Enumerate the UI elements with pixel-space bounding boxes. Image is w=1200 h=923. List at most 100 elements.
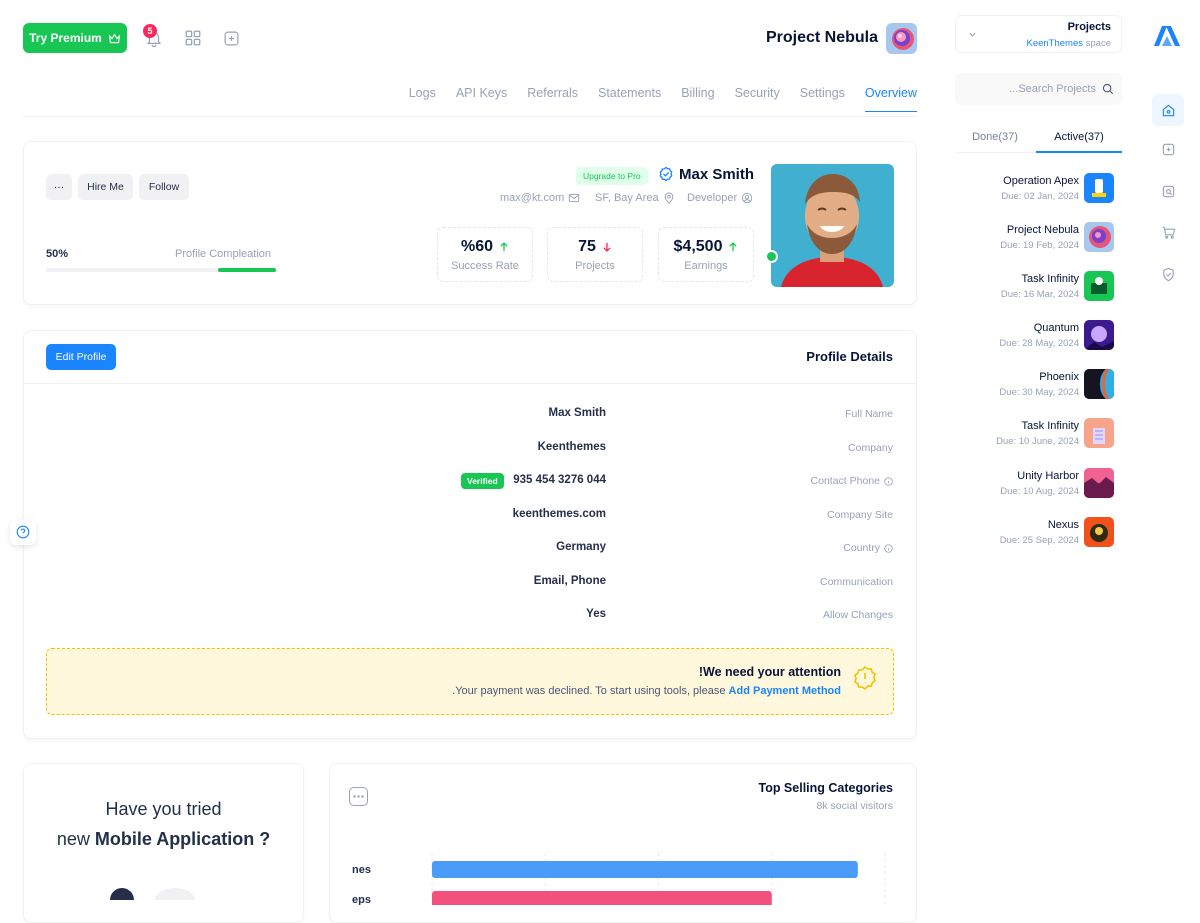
- add-new-button[interactable]: [220, 27, 242, 49]
- tab-api-keys[interactable]: API Keys: [456, 86, 507, 112]
- tab-done[interactable]: Done(37): [955, 131, 1035, 143]
- nexus-thumbnail-icon[interactable]: [1084, 517, 1114, 547]
- location-pin-icon: [664, 192, 673, 204]
- more-options-button[interactable]: ···: [46, 174, 72, 200]
- apps-grid-button[interactable]: [182, 27, 204, 49]
- tabs-divider: [23, 116, 917, 117]
- file-search-icon: [1162, 185, 1174, 197]
- project-item-due: Due: 25 Sep, 2024: [999, 535, 1079, 546]
- profile-email: max@kt.com: [500, 192, 580, 204]
- profile-role: Developer: [687, 192, 753, 204]
- stat-success-rate-label: Success Rate: [451, 259, 519, 272]
- top-selling-bar-chart: neseps: [352, 853, 886, 905]
- chart-category-label: nes: [352, 864, 371, 876]
- app-logo-icon[interactable]: [1152, 24, 1184, 48]
- help-button[interactable]: [10, 519, 36, 545]
- grid-icon: [185, 30, 201, 46]
- tab-settings[interactable]: Settings: [800, 86, 845, 112]
- warning-badge-icon: [854, 665, 876, 691]
- edit-profile-button[interactable]: Edit Profile: [46, 344, 116, 370]
- stat-projects: 75 Projects: [547, 227, 643, 282]
- project-item-name[interactable]: Nexus: [1048, 519, 1079, 531]
- chevron-down-icon: [969, 32, 976, 37]
- detail-country-value: Germany: [556, 541, 606, 553]
- rail-home-button[interactable]: [1152, 94, 1184, 126]
- chart-bar[interactable]: [432, 891, 772, 905]
- tab-overview[interactable]: Overview: [864, 86, 917, 112]
- details-header-divider: [24, 383, 916, 384]
- tab-billing[interactable]: Billing: [681, 86, 714, 112]
- quantum-thumbnail-icon[interactable]: [1084, 320, 1114, 350]
- current-project-title: Project Nebula: [765, 29, 878, 46]
- unity-harbor-thumbnail-icon[interactable]: [1084, 468, 1114, 498]
- chart-title: Top Selling Categories: [758, 781, 893, 795]
- project-item-name[interactable]: Task Infinity: [1022, 273, 1079, 285]
- search-icon: [1102, 83, 1114, 95]
- stat-earnings-value: $4,500: [673, 237, 723, 255]
- search-projects-field[interactable]: ...Search Projects: [955, 73, 1122, 105]
- rail-search-button[interactable]: [1156, 179, 1180, 203]
- sidebar-active-tab-indicator: [1036, 151, 1122, 153]
- project-selector[interactable]: Projects KeenThemes space: [955, 15, 1122, 53]
- detail-phone-value: 935 454 3276 044: [513, 474, 606, 486]
- operation-apex-thumbnail-icon[interactable]: [1084, 173, 1114, 203]
- tab-logs[interactable]: Logs: [409, 86, 436, 112]
- project-item-name[interactable]: Quantum: [1034, 322, 1079, 334]
- mobile-app-line2-bold: Mobile Application ?: [94, 829, 271, 849]
- alert-title: !We need your attention: [698, 665, 841, 679]
- follow-button[interactable]: Follow: [139, 174, 189, 200]
- info-icon: [884, 476, 893, 486]
- task-infinity-thumbnail-icon[interactable]: [1084, 271, 1114, 301]
- project-selector-title: Projects: [1067, 21, 1111, 33]
- rail-security-button[interactable]: [1156, 262, 1180, 286]
- try-premium-label: Try Premium: [29, 31, 102, 45]
- rail-files-button[interactable]: [1156, 137, 1180, 161]
- chart-menu-button[interactable]: [349, 787, 368, 806]
- chart-bar[interactable]: [432, 861, 858, 878]
- hire-me-button[interactable]: Hire Me: [78, 174, 133, 200]
- detail-full-name-value: Max Smith: [548, 407, 606, 419]
- project-item-name[interactable]: Phoenix: [1039, 371, 1079, 383]
- verified-badge: Verified: [461, 473, 504, 489]
- notification-count-badge: 5: [143, 24, 157, 38]
- project-selector-subtitle: KeenThemes space: [1026, 38, 1111, 49]
- alert-message: .Your payment was declined. To start usi…: [452, 685, 726, 697]
- workspace-link[interactable]: KeenThemes: [1026, 38, 1083, 49]
- phoenix-thumbnail-icon[interactable]: [1084, 369, 1114, 399]
- detail-company-label: Company: [848, 442, 893, 454]
- arrow-up-icon: [500, 241, 508, 251]
- workspace-suffix: space: [1085, 38, 1111, 49]
- mobile-app-line2: new Mobile Application ?: [23, 829, 304, 850]
- mobile-illustration-icon: [110, 888, 195, 900]
- user-circle-icon: [741, 192, 753, 204]
- detail-company-value: Keenthemes: [537, 441, 606, 453]
- completion-label: Profile Compleation: [175, 248, 271, 260]
- crown-icon: [108, 32, 120, 43]
- info-icon: [884, 543, 893, 553]
- tab-active[interactable]: Active(37): [1036, 131, 1122, 143]
- project-item-name[interactable]: Operation Apex: [1003, 175, 1079, 187]
- rail-cart-button[interactable]: [1156, 220, 1180, 244]
- arrow-up-icon: [729, 241, 738, 251]
- stat-success-rate-value: %60: [460, 237, 494, 255]
- completion-percent: 50%: [46, 248, 69, 260]
- detail-allow-changes-label: Allow Changes: [822, 609, 893, 621]
- tab-referrals[interactable]: Referrals: [527, 86, 578, 112]
- project-logo-icon[interactable]: [886, 23, 917, 54]
- project-item-name[interactable]: Task Infinity: [1022, 420, 1079, 432]
- project-item-due: Due: 28 May, 2024: [999, 338, 1079, 349]
- tab-statements[interactable]: Statements: [598, 86, 661, 112]
- shield-check-icon: [1162, 267, 1174, 281]
- task-infinity-2-thumbnail-icon[interactable]: [1084, 418, 1114, 448]
- home-icon: [1162, 104, 1174, 116]
- avatar: [771, 164, 894, 287]
- folder-plus-icon: [1162, 143, 1174, 155]
- alert-text: .Your payment was declined. To start usi…: [452, 685, 841, 697]
- try-premium-button[interactable]: Try Premium: [23, 23, 127, 53]
- tab-security[interactable]: Security: [735, 86, 780, 112]
- upgrade-badge[interactable]: Upgrade to Pro: [576, 167, 648, 185]
- project-item-name[interactable]: Project Nebula: [1007, 224, 1079, 236]
- add-payment-method-link[interactable]: Add Payment Method: [729, 685, 841, 697]
- project-nebula-thumbnail-icon[interactable]: [1084, 222, 1114, 252]
- project-item-name[interactable]: Unity Harbor: [1017, 470, 1079, 482]
